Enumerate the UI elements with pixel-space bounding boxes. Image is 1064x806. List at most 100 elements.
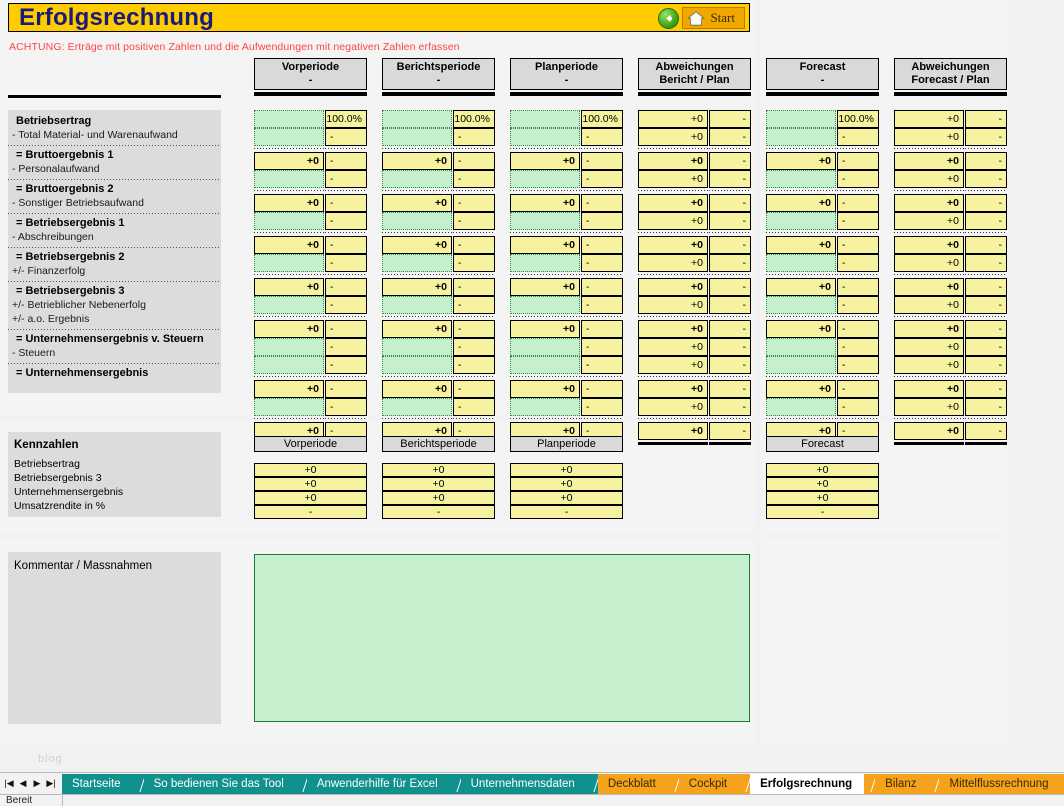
column-header-plan[interactable]: Planperiode- xyxy=(510,58,623,90)
column-header-line1: Vorperiode xyxy=(282,61,339,74)
calc-cell: +0 xyxy=(638,422,708,440)
calc-cell: +0 xyxy=(638,236,708,254)
input-cell[interactable] xyxy=(766,356,836,374)
sheet-tab-anwenderhilfe-f-r-excel[interactable]: Anwenderhilfe für Excel xyxy=(307,774,450,794)
sheet-tab-separator xyxy=(450,774,461,794)
sheet-tab-startseite[interactable]: Startseite xyxy=(62,774,133,794)
percent-cell: - xyxy=(453,152,495,170)
sheet-tab-separator xyxy=(296,774,307,794)
group-divider xyxy=(453,274,495,275)
next-sheet-icon[interactable]: ▶ xyxy=(30,775,44,793)
input-cell[interactable] xyxy=(254,398,324,416)
input-cell[interactable] xyxy=(382,110,452,128)
input-cell[interactable] xyxy=(510,296,580,314)
input-cell[interactable] xyxy=(254,296,324,314)
kennzahlen-column-header[interactable]: Vorperiode xyxy=(254,436,367,452)
group-divider xyxy=(581,418,623,419)
sheet-tab-so-bedienen-sie-das-tool[interactable]: So bedienen Sie das Tool xyxy=(144,774,296,794)
kommentar-label-block: Kommentar / Massnahmen xyxy=(8,552,221,724)
input-cell[interactable] xyxy=(382,254,452,272)
input-cell[interactable] xyxy=(254,128,324,146)
group-divider xyxy=(965,376,1007,377)
home-icon xyxy=(687,11,705,26)
percent-cell: - xyxy=(325,278,367,296)
sheet-nav-arrows[interactable]: |◀ ◀ ▶ ▶| xyxy=(0,774,62,794)
sheet-tab-cockpit[interactable]: Cockpit xyxy=(679,774,739,794)
start-button[interactable]: Start xyxy=(682,7,745,29)
input-cell[interactable] xyxy=(766,338,836,356)
calc-cell: +0 xyxy=(894,320,964,338)
kommentar-input[interactable] xyxy=(254,554,750,722)
percent-cell: - xyxy=(965,356,1007,374)
result-cell: +0 xyxy=(382,380,452,398)
kennzahlen-column-header[interactable]: Planperiode xyxy=(510,436,623,452)
input-cell[interactable] xyxy=(766,110,836,128)
column-header-vorperiode[interactable]: Vorperiode- xyxy=(254,58,367,90)
input-cell[interactable] xyxy=(510,338,580,356)
row-label-heading: = Bruttoergebnis 2 xyxy=(8,182,221,196)
input-cell[interactable] xyxy=(382,170,452,188)
percent-cell: - xyxy=(581,170,623,188)
input-cell[interactable] xyxy=(766,212,836,230)
row-label-group: = Betriebsergebnis 3+/- Betrieblicher Ne… xyxy=(8,284,221,326)
percent-cell: - xyxy=(581,296,623,314)
input-cell[interactable] xyxy=(382,128,452,146)
sheet-tab-deckblatt[interactable]: Deckblatt xyxy=(598,774,668,794)
input-cell[interactable] xyxy=(766,398,836,416)
row-label-heading: = Unternehmensergebnis v. Steuern xyxy=(8,332,221,346)
input-cell[interactable] xyxy=(766,254,836,272)
input-cell[interactable] xyxy=(510,128,580,146)
kennzahlen-column-header[interactable]: Forecast xyxy=(766,436,879,452)
back-icon[interactable] xyxy=(658,8,679,29)
input-cell[interactable] xyxy=(510,356,580,374)
input-cell[interactable] xyxy=(382,212,452,230)
column-header-line2: - xyxy=(309,74,313,87)
input-cell[interactable] xyxy=(766,296,836,314)
column-header-forecast[interactable]: Forecast- xyxy=(766,58,879,90)
group-divider xyxy=(254,274,324,275)
calc-cell: +0 xyxy=(894,128,964,146)
column-header-line2: Bericht / Plan xyxy=(659,74,729,87)
input-cell[interactable] xyxy=(382,398,452,416)
input-cell[interactable] xyxy=(254,254,324,272)
sheet-tab-unternehmensdaten[interactable]: Unternehmensdaten xyxy=(461,774,587,794)
prev-sheet-icon[interactable]: ◀ xyxy=(16,775,30,793)
input-cell[interactable] xyxy=(254,338,324,356)
input-cell[interactable] xyxy=(766,170,836,188)
input-cell[interactable] xyxy=(510,254,580,272)
input-cell[interactable] xyxy=(510,212,580,230)
calc-cell: +0 xyxy=(894,194,964,212)
input-cell[interactable] xyxy=(254,212,324,230)
first-sheet-icon[interactable]: |◀ xyxy=(2,775,16,793)
input-cell[interactable] xyxy=(766,128,836,146)
input-cell[interactable] xyxy=(254,356,324,374)
input-cell[interactable] xyxy=(254,170,324,188)
calc-cell: +0 xyxy=(894,356,964,374)
input-cell[interactable] xyxy=(254,110,324,128)
column-header-underline xyxy=(254,92,367,96)
percent-cell: - xyxy=(709,338,751,356)
column-header-abw_bp[interactable]: AbweichungenBericht / Plan xyxy=(638,58,751,90)
input-cell[interactable] xyxy=(510,170,580,188)
kennzahl-label: Umsatzrendite in % xyxy=(8,499,221,513)
input-cell[interactable] xyxy=(382,338,452,356)
kennzahlen-column-label: Forecast xyxy=(801,438,844,451)
input-cell[interactable] xyxy=(510,398,580,416)
row-label-heading: Betriebsertrag xyxy=(8,114,221,128)
sheet-tab-mittelflussrechnung[interactable]: Mittelflussrechnung xyxy=(939,774,1060,794)
column-header-abw_fp[interactable]: AbweichungenForecast / Plan xyxy=(894,58,1007,90)
kennzahlen-column-header[interactable]: Berichtsperiode xyxy=(382,436,495,452)
column-header-berichts[interactable]: Berichtsperiode- xyxy=(382,58,495,90)
percent-cell: - xyxy=(325,194,367,212)
input-cell[interactable] xyxy=(382,296,452,314)
group-divider xyxy=(709,232,751,233)
percent-cell: - xyxy=(453,320,495,338)
calc-cell: +0 xyxy=(894,152,964,170)
calc-cell: +0 xyxy=(638,110,708,128)
last-sheet-icon[interactable]: ▶| xyxy=(44,775,58,793)
sheet-tab-bilanz[interactable]: Bilanz xyxy=(875,774,928,794)
input-cell[interactable] xyxy=(510,110,580,128)
sheet-tab-erfolgsrechnung[interactable]: Erfolgsrechnung xyxy=(750,774,864,794)
row-label-divider xyxy=(8,363,221,364)
input-cell[interactable] xyxy=(382,356,452,374)
